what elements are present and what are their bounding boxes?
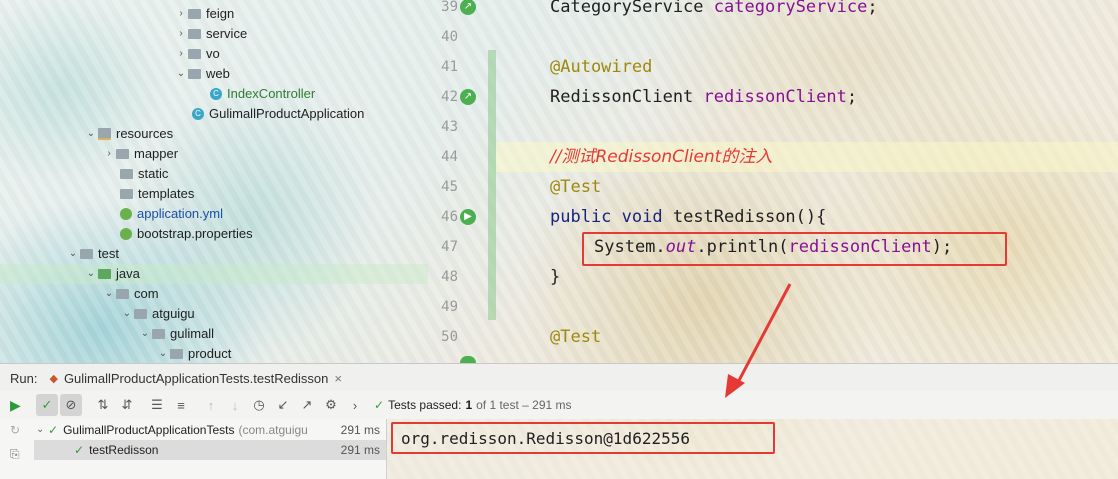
annotation-arrow [725, 283, 792, 398]
